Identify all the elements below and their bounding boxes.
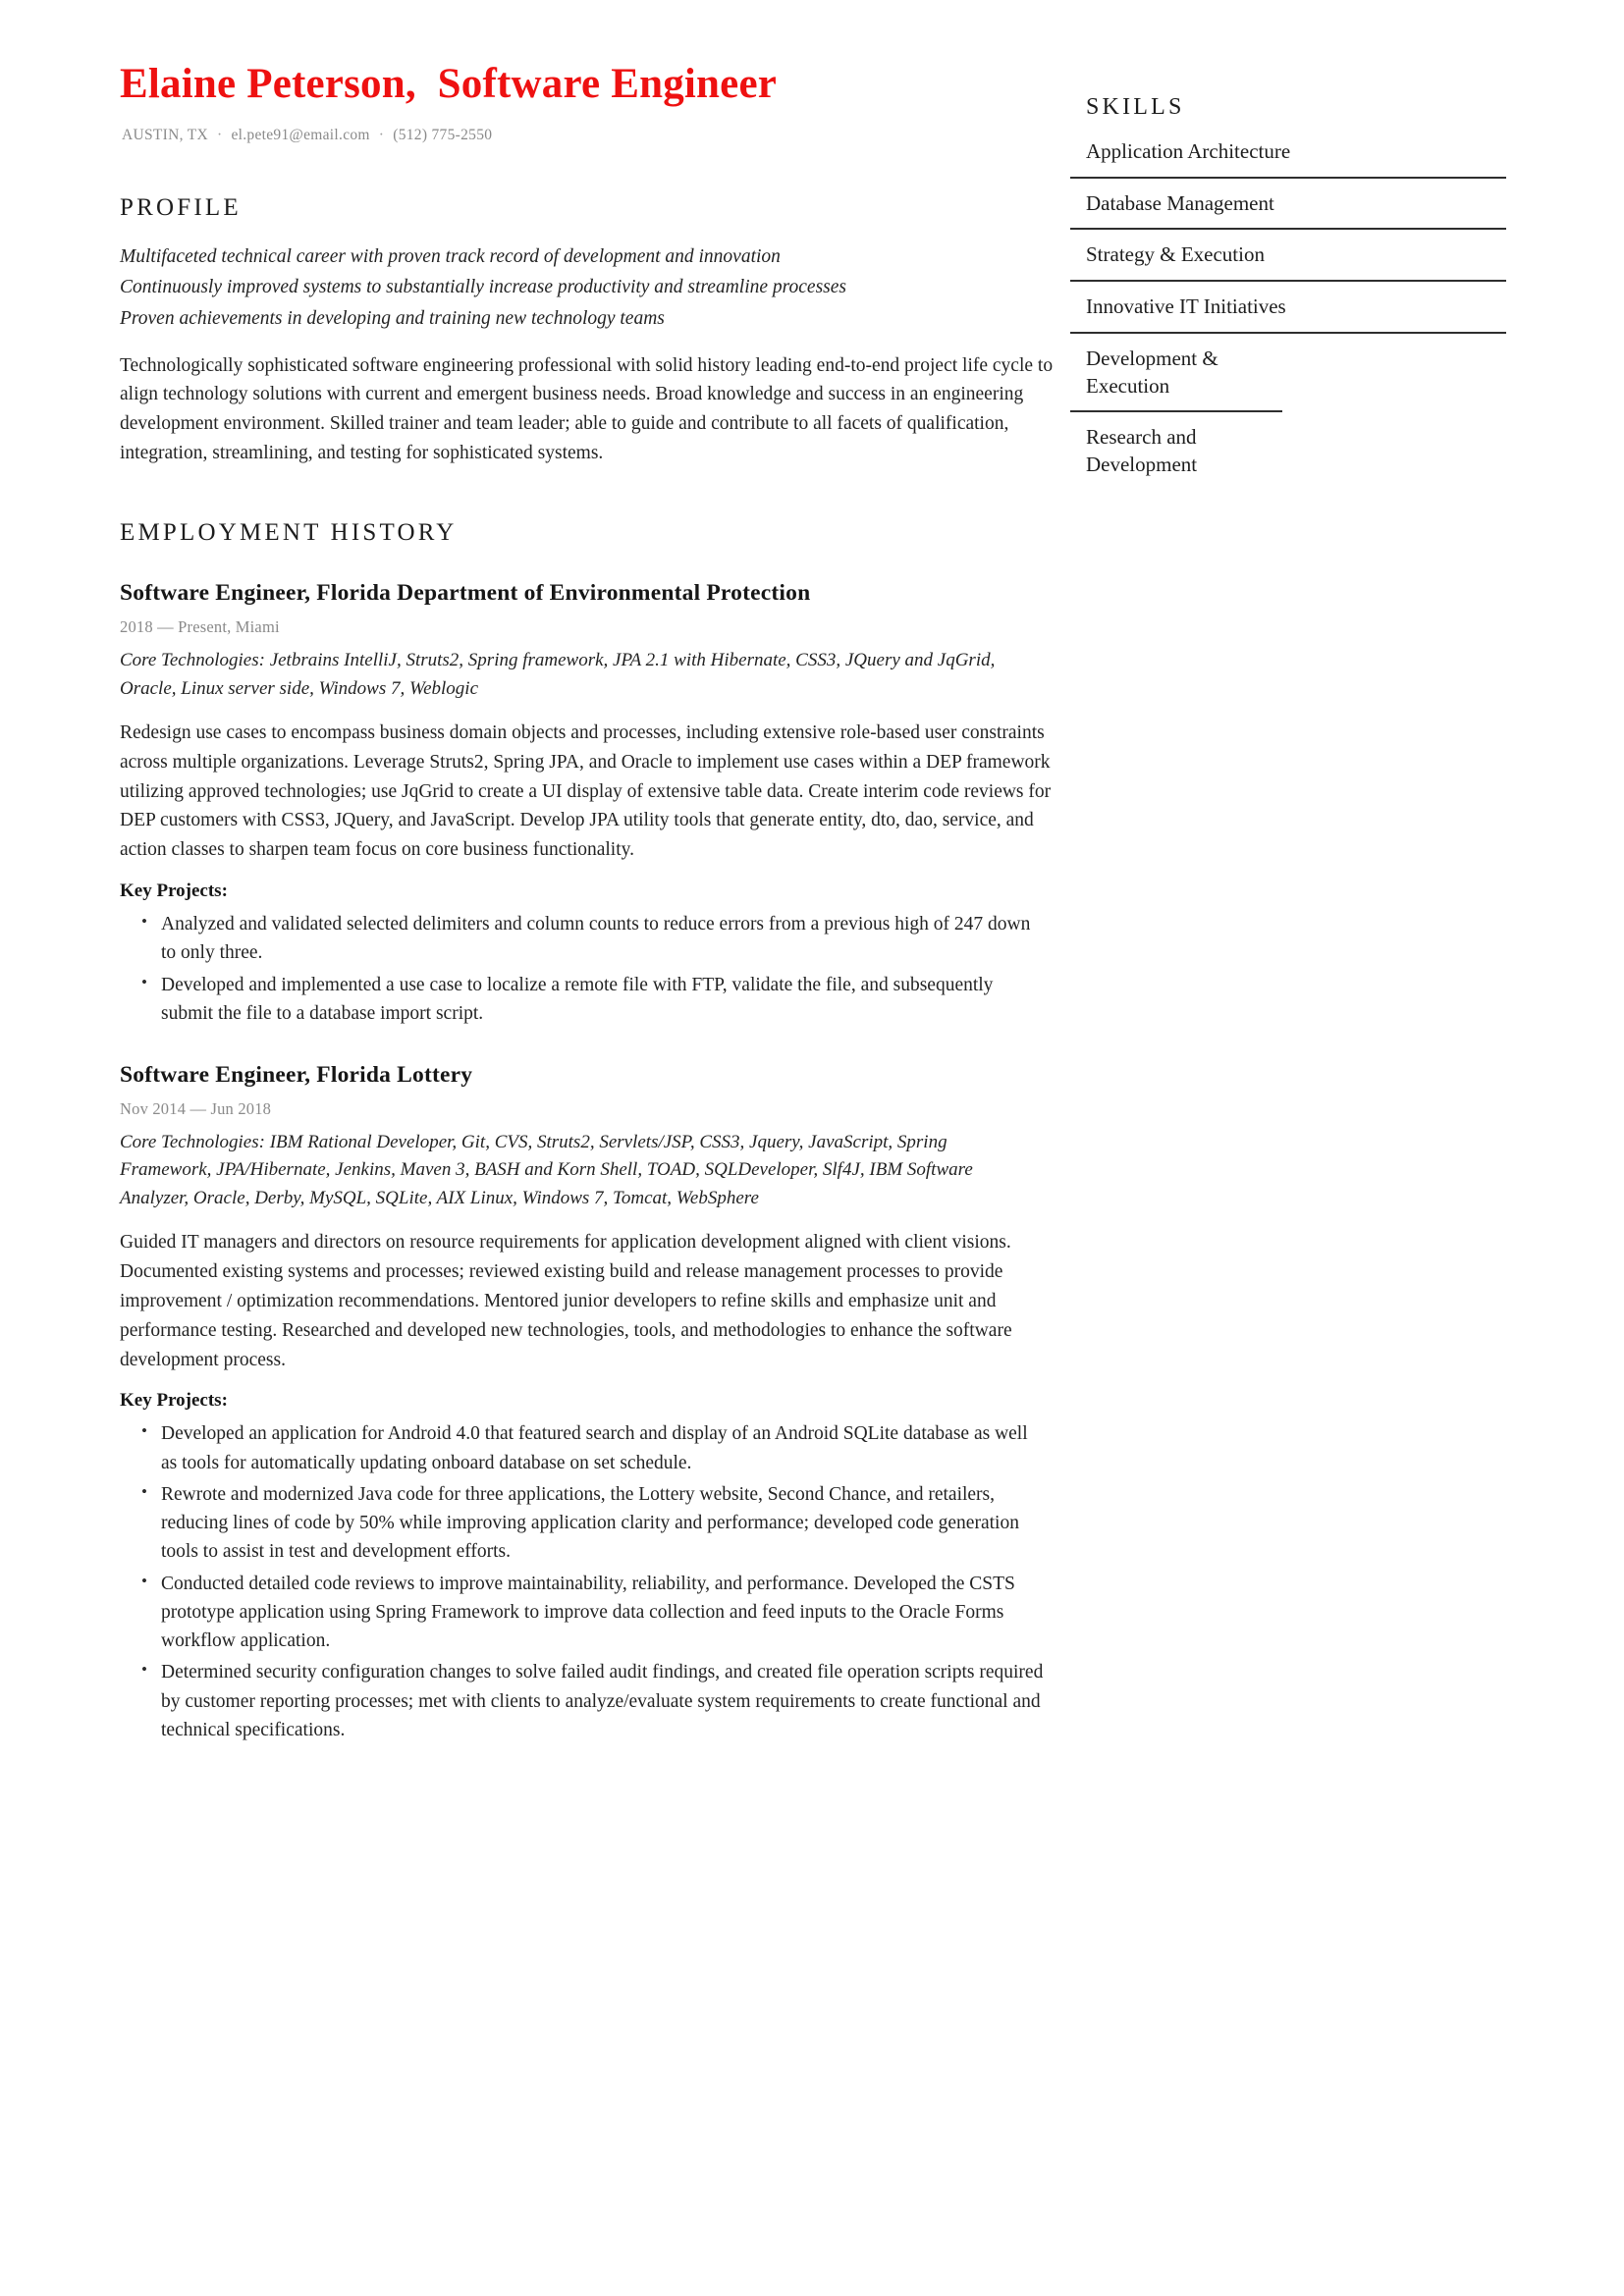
- section-heading-employment: EMPLOYMENT HISTORY: [120, 518, 458, 546]
- contact-separator-1: ·: [216, 127, 223, 144]
- job-meta: Nov 2014 — Jun 2018: [120, 1098, 272, 1118]
- job-bullet-list: Analyzed and validated selected delimite…: [120, 909, 1070, 1029]
- profile-tagline: Proven achievements in developing and tr…: [120, 307, 665, 329]
- section-heading-profile: PROFILE: [120, 194, 242, 222]
- list-item: Conducted detailed code reviews to impro…: [120, 1569, 1045, 1656]
- job-description: Redesign use cases to encompass business…: [120, 722, 1052, 861]
- job-description: Guided IT managers and directors on reso…: [120, 1232, 1012, 1370]
- sidebar-column: SKILLS Application Architecture Database…: [1070, 0, 1624, 491]
- list-item: Analyzed and validated selected delimite…: [120, 909, 1045, 968]
- main-column: Elaine Peterson, Software Engineer AUSTI…: [0, 0, 1070, 1747]
- contact-phone[interactable]: (512) 775-2550: [393, 127, 492, 143]
- contact-separator-2: ·: [378, 127, 385, 144]
- job-technologies: Core Technologies: IBM Rational Develope…: [120, 1131, 973, 1208]
- job-title: Software Engineer, Florida Lottery: [120, 1062, 473, 1089]
- skill-item-application-architecture: Application Architecture: [1070, 138, 1506, 179]
- skill-item-strategy-execution: Strategy & Execution: [1070, 241, 1506, 283]
- key-projects-label: Key Projects:: [120, 1390, 228, 1412]
- job-bullet-list: Developed an application for Android 4.0…: [120, 1418, 1070, 1744]
- resume-page: Elaine Peterson, Software Engineer AUSTI…: [0, 0, 1624, 2296]
- section-heading-skills: SKILLS: [1086, 94, 1185, 120]
- job-technologies: Core Technologies: Jetbrains IntelliJ, S…: [120, 650, 996, 699]
- resume-columns: Elaine Peterson, Software Engineer AUSTI…: [0, 0, 1624, 1747]
- job-title: Software Engineer, Florida Department of…: [120, 580, 811, 607]
- skill-item-research-development: Research and Development: [1086, 425, 1198, 477]
- list-item: Rewrote and modernized Java code for thr…: [120, 1479, 1045, 1567]
- employment-entry: Software Engineer, Florida Department of…: [120, 579, 1070, 1028]
- skill-item-development-execution: Development & Execution: [1070, 346, 1282, 413]
- profile-tagline: Continuously improved systems to substan…: [120, 277, 847, 298]
- list-item: Developed and implemented a use case to …: [120, 970, 1045, 1029]
- skill-item-database-management: Database Management: [1070, 190, 1506, 231]
- skill-item-innovative-it-initiatives: Innovative IT Initiatives: [1070, 294, 1506, 334]
- key-projects-label: Key Projects:: [120, 881, 228, 902]
- page-title: Elaine Peterson, Software Engineer: [120, 61, 778, 107]
- list-item: Determined security configuration change…: [120, 1657, 1045, 1744]
- employment-entry: Software Engineer, Florida Lottery Nov 2…: [120, 1061, 1070, 1744]
- job-meta: 2018 — Present, Miami: [120, 617, 280, 636]
- list-item: Developed an application for Android 4.0…: [120, 1418, 1045, 1477]
- profile-tagline: Multifaceted technical career with prove…: [120, 245, 781, 267]
- contact-location: AUSTIN, TX: [122, 127, 208, 144]
- profile-summary: Technologically sophisticated software e…: [120, 354, 1054, 464]
- profile-taglines: Multifaceted technical career with prove…: [120, 241, 1070, 335]
- contact-line: AUSTIN, TX · el.pete91@email.com · (512) 775…: [122, 126, 1070, 145]
- contact-email[interactable]: el.pete91@email.com: [231, 127, 369, 143]
